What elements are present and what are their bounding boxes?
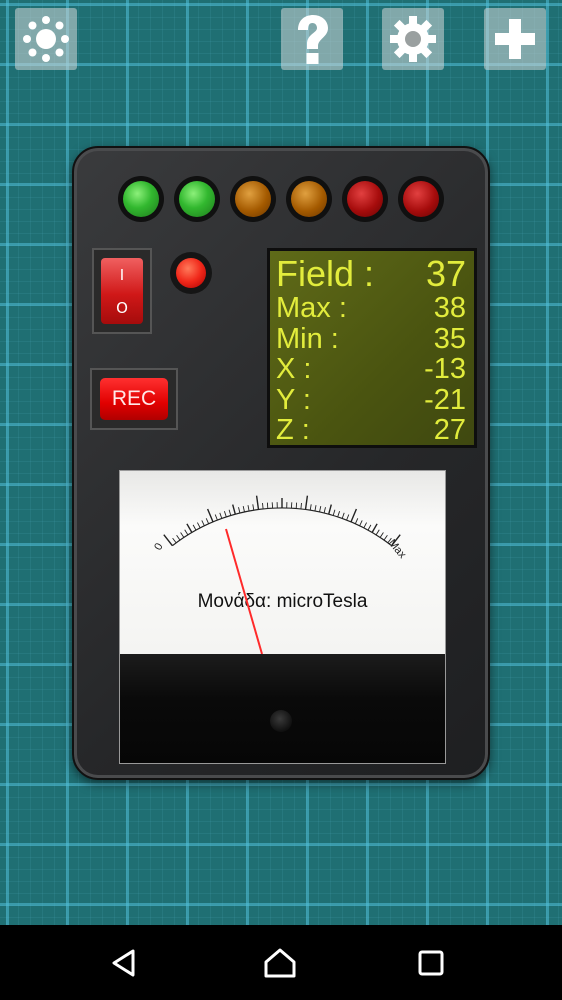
max-label: Max :: [276, 292, 347, 324]
min-value: 35: [433, 322, 466, 355]
x-label: X :: [276, 353, 312, 385]
question-mark-icon: [298, 15, 328, 64]
brightness-button[interactable]: [15, 8, 77, 70]
led-green-2: [174, 176, 220, 222]
analog-meter: 0 Max Μονάδα: microTesla: [119, 470, 446, 764]
lcd-display: Field : 37 Max : 38 Min : 35 X : -13 Y :…: [267, 248, 477, 448]
max-value: 38: [433, 292, 466, 324]
add-button[interactable]: [484, 8, 546, 70]
min-row: Min : 35: [276, 322, 466, 355]
home-button[interactable]: [262, 945, 298, 981]
meter-face: 0 Max Μονάδα: microTesla: [120, 471, 445, 654]
led-red-1: [342, 176, 388, 222]
record-button-label: REC: [100, 378, 168, 420]
status-led: [170, 252, 212, 294]
z-row: Z : 27: [276, 415, 466, 446]
x-row: X : -13: [276, 354, 466, 385]
sun-icon: [23, 16, 69, 62]
magnetometer-device: I O REC Field : 37 Max : 38 Min : 35 X :…: [72, 146, 490, 780]
navigation-bar: [0, 925, 562, 1000]
led-red-2: [398, 176, 444, 222]
led-green-1: [118, 176, 164, 222]
meter-needle: [225, 528, 263, 654]
back-button[interactable]: [106, 945, 142, 981]
y-label: Y :: [276, 383, 311, 416]
z-label: Z :: [276, 414, 310, 446]
z-value: 27: [433, 414, 466, 446]
zero-adjust-screw: [270, 710, 292, 732]
home-icon: [264, 948, 296, 978]
power-switch-rocker[interactable]: I O: [101, 258, 143, 324]
recents-button[interactable]: [413, 945, 449, 981]
led-orange-2: [286, 176, 332, 222]
power-on-label: I: [119, 265, 125, 284]
field-value: 37: [425, 253, 466, 294]
power-off-label: O: [116, 298, 128, 317]
help-button[interactable]: [281, 8, 343, 70]
max-row: Max : 38: [276, 293, 466, 324]
field-label: Field :: [276, 253, 375, 294]
record-button[interactable]: REC: [90, 368, 178, 430]
plus-icon: [495, 19, 535, 59]
power-switch[interactable]: I O: [92, 248, 152, 334]
min-label: Min :: [276, 322, 339, 355]
settings-button[interactable]: [382, 8, 444, 70]
gear-icon: [390, 16, 436, 62]
field-row: Field : 37: [276, 255, 466, 293]
y-value: -21: [424, 383, 466, 416]
x-value: -13: [424, 353, 466, 385]
meter-base: [120, 654, 445, 763]
recents-square-icon: [418, 950, 444, 976]
y-row: Y : -21: [276, 383, 466, 416]
led-orange-1: [230, 176, 276, 222]
back-triangle-icon: [112, 949, 135, 977]
